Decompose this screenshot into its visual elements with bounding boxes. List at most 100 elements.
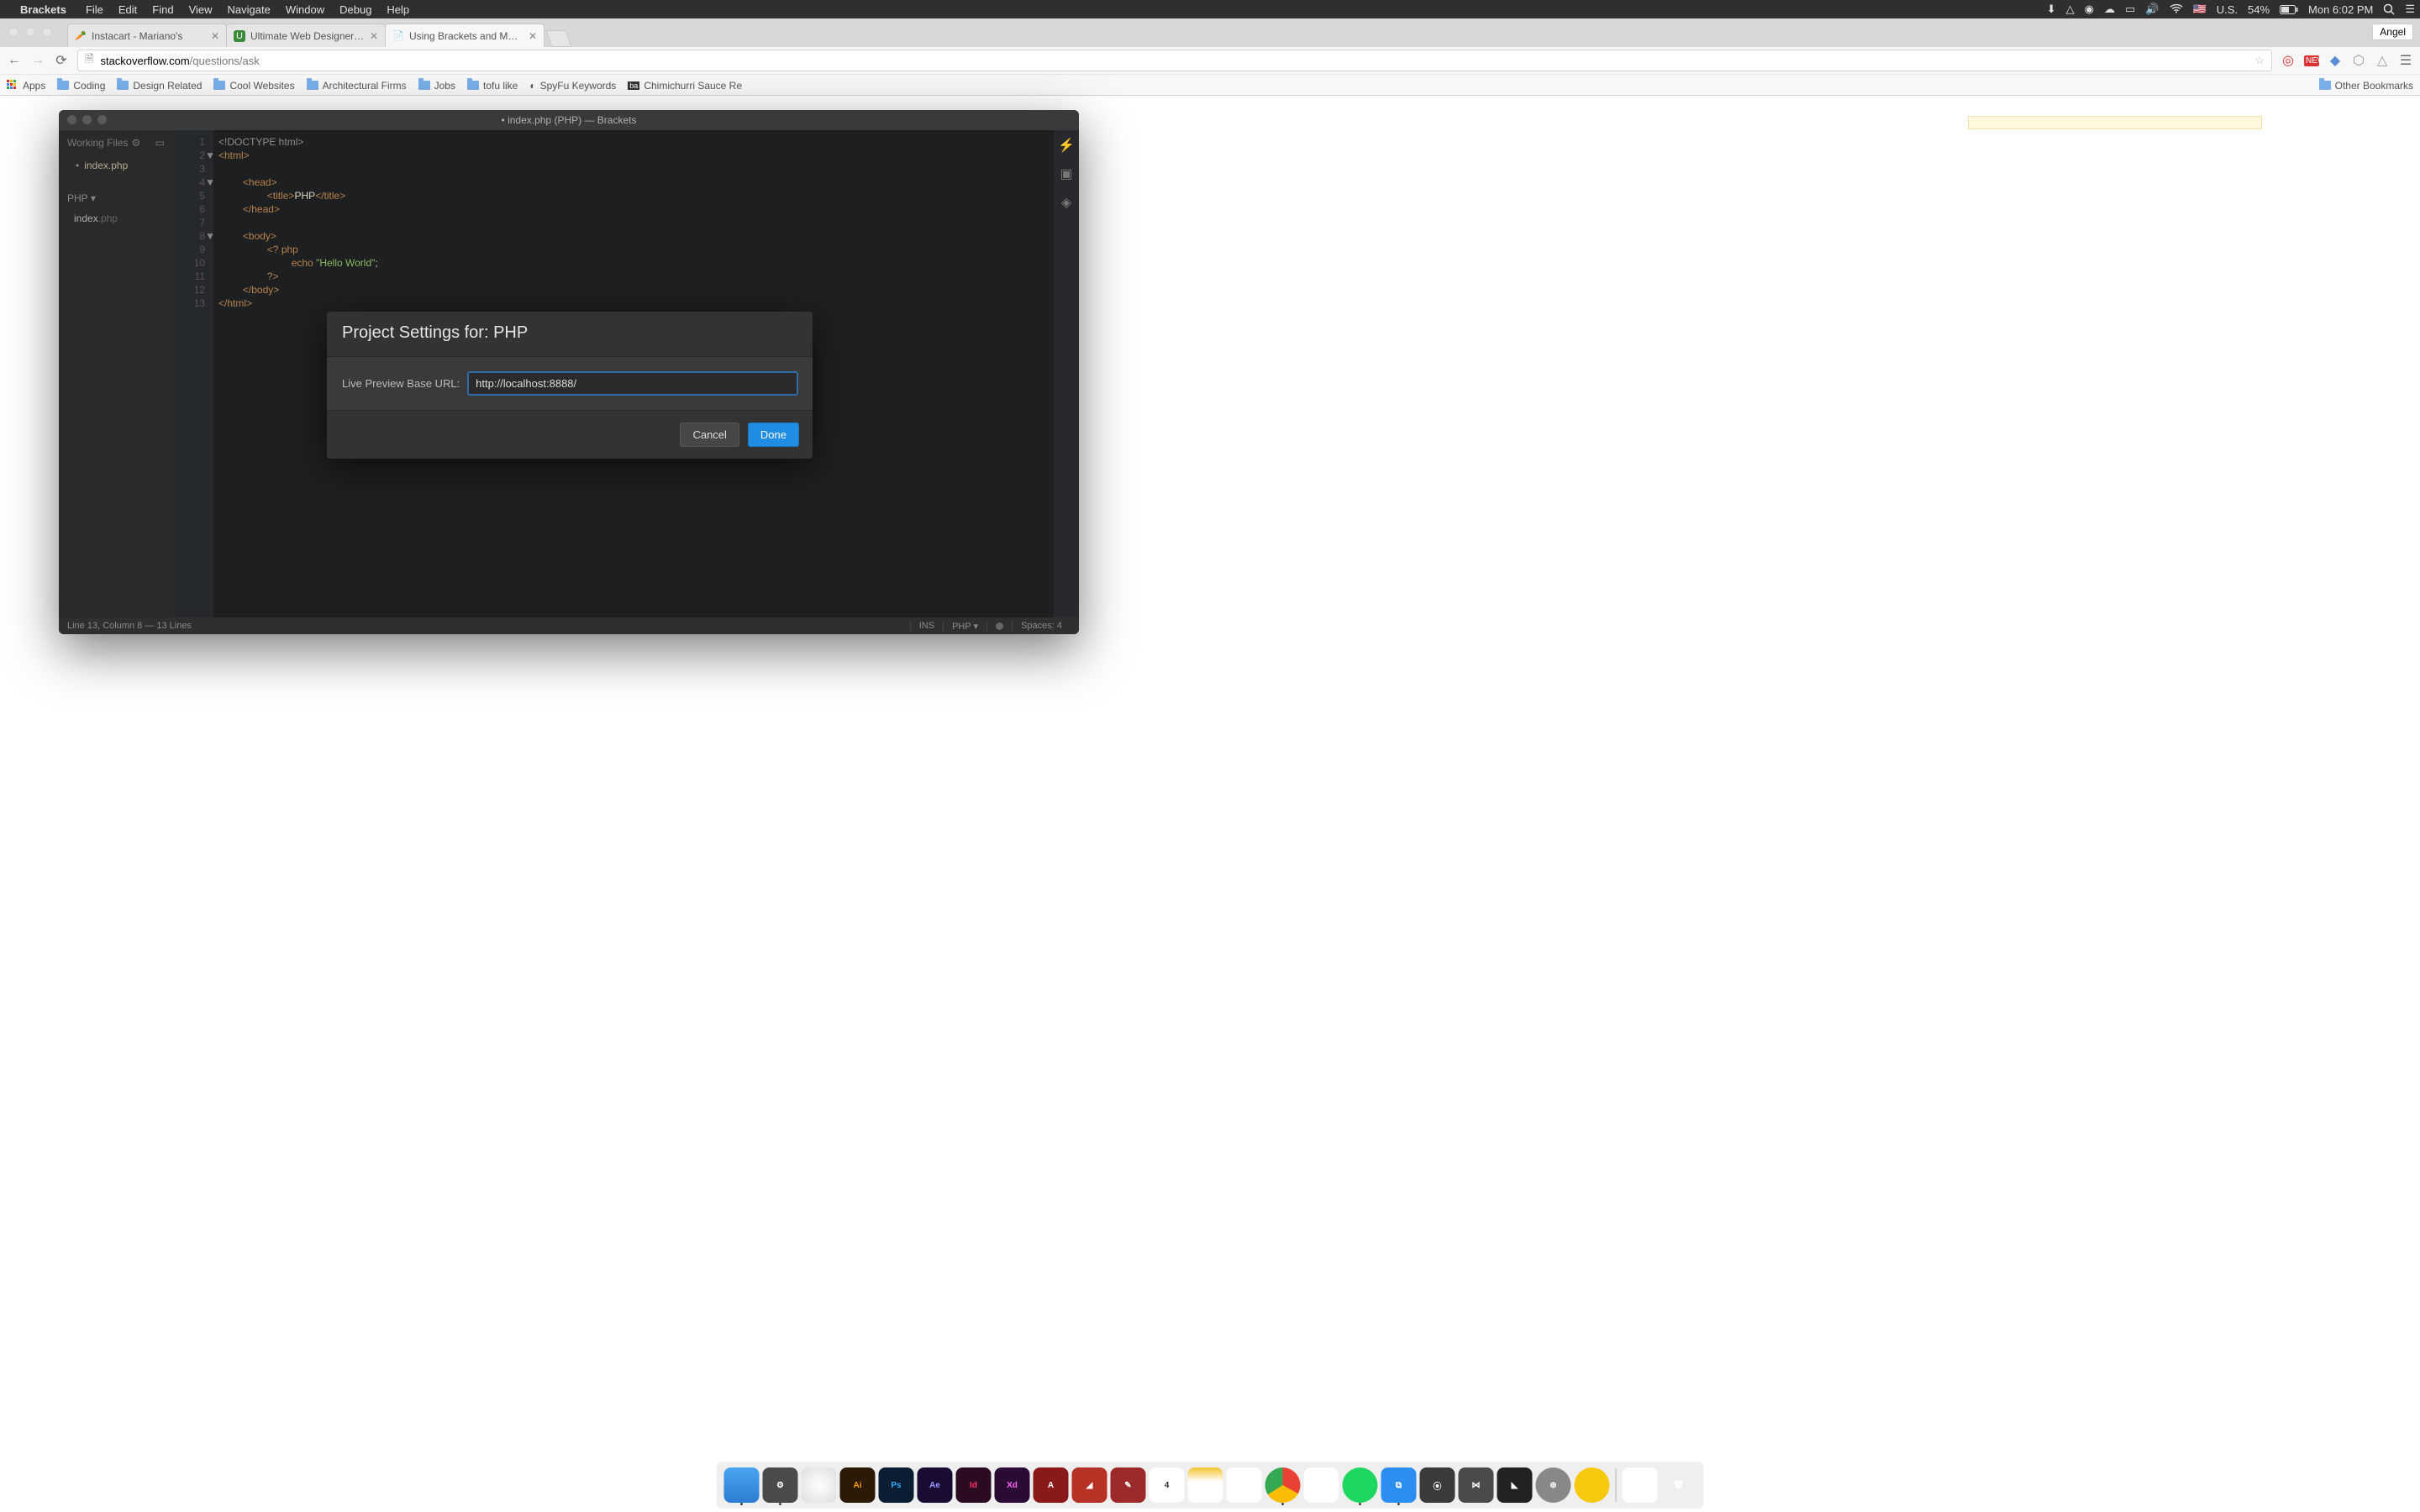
folder-icon	[307, 81, 318, 90]
base-url-input[interactable]	[468, 372, 797, 395]
input-flag-icon[interactable]: 🇺🇸	[2188, 3, 2212, 16]
dock-app-icon[interactable]: ⦿	[1420, 1467, 1455, 1503]
folder-icon	[213, 81, 225, 90]
input-label[interactable]: U.S.	[2212, 3, 2243, 16]
dock-notes-icon[interactable]	[1188, 1467, 1223, 1503]
bookmark-folder[interactable]: Design Related	[117, 80, 202, 92]
menu-view[interactable]: View	[182, 3, 220, 16]
other-bookmarks[interactable]: Other Bookmarks	[2319, 80, 2413, 92]
ext-icon[interactable]: NEW	[2304, 55, 2319, 66]
menubar-app-name[interactable]: Brackets	[20, 3, 78, 16]
dropbox-icon[interactable]: ⬇	[2042, 3, 2061, 16]
ext-icon[interactable]: △	[2375, 52, 2390, 69]
browser-tab[interactable]: 🥕 Instacart - Mariano's ✕	[67, 24, 227, 47]
browser-tab[interactable]: U Ultimate Web Designer & D ✕	[226, 24, 386, 47]
bookmark-folder[interactable]: Architectural Firms	[307, 80, 407, 92]
bookmark-folder[interactable]: Jobs	[418, 80, 455, 92]
bookmark-folder[interactable]: Coding	[57, 80, 105, 92]
dock-textedit-icon[interactable]: ✎	[1227, 1467, 1262, 1503]
clock[interactable]: Mon 6:02 PM	[2303, 3, 2378, 16]
volume-icon[interactable]: 🔊	[2140, 3, 2164, 16]
folder-icon	[2319, 81, 2331, 90]
menu-navigate[interactable]: Navigate	[220, 3, 278, 16]
bookmark-item[interactable]: ◐SpyFu Keywords	[529, 80, 616, 92]
site-icon: ◐	[529, 80, 535, 92]
dock-calendar-icon[interactable]: 4	[1150, 1467, 1185, 1503]
reload-button[interactable]: ⟳	[54, 52, 69, 69]
omnibox[interactable]: 🗎 stackoverflow.com/questions/ask ☆	[77, 50, 2272, 71]
brackets-window: • index.php (PHP) — Brackets Working Fil…	[59, 110, 1079, 634]
ext-icon[interactable]: ◆	[2328, 52, 2343, 69]
bookmark-item[interactable]: baChimichurri Sauce Re	[628, 80, 742, 92]
dock-aftereffects-icon[interactable]: Ae	[918, 1467, 953, 1503]
dock-trash-icon[interactable]: 🗑	[1661, 1467, 1697, 1503]
browser-tab-active[interactable]: 📄 Using Brackets and MAMP ✕	[385, 24, 544, 47]
apps-label: Apps	[23, 80, 45, 92]
dock-photoshop-icon[interactable]: Ps	[879, 1467, 914, 1503]
menu-file[interactable]: File	[78, 3, 111, 16]
dock-spotify-icon[interactable]	[1343, 1467, 1378, 1503]
url-host: stackoverflow.com	[100, 55, 189, 67]
chrome-menu-icon[interactable]: ☰	[2398, 52, 2413, 69]
menu-icon[interactable]: ☰	[2400, 3, 2420, 16]
bookmark-star-icon[interactable]: ☆	[2254, 54, 2265, 67]
bookmark-folder[interactable]: tofu like	[467, 80, 518, 92]
ext-icon[interactable]: ◎	[2281, 52, 2296, 69]
bookmark-folder[interactable]: Cool Websites	[213, 80, 294, 92]
profile-badge[interactable]: Angel	[2372, 24, 2413, 40]
display-icon[interactable]: ▭	[2120, 3, 2140, 16]
dock-brackets-icon[interactable]: ⧉	[1381, 1467, 1417, 1503]
cloud-icon[interactable]: ◉	[2080, 3, 2099, 16]
dock-app-icon[interactable]	[802, 1467, 837, 1503]
close-icon[interactable]: ✕	[206, 30, 219, 42]
dock-app-icon[interactable]: ✎	[1111, 1467, 1146, 1503]
cancel-button[interactable]: Cancel	[680, 423, 739, 447]
dock-photos-icon[interactable]: ✿	[1304, 1467, 1339, 1503]
menu-debug[interactable]: Debug	[332, 3, 379, 16]
back-button[interactable]: ←	[7, 53, 22, 68]
battery-pct[interactable]: 54%	[2243, 3, 2275, 16]
spotlight-icon[interactable]	[2378, 3, 2400, 15]
forward-button[interactable]: →	[30, 53, 45, 68]
dock-acrobat-icon[interactable]: A	[1034, 1467, 1069, 1503]
dock-folder-icon[interactable]: 🗂	[1623, 1467, 1658, 1503]
dock-illustrator-icon[interactable]: Ai	[840, 1467, 876, 1503]
dock-separator	[1616, 1468, 1617, 1502]
apps-icon	[7, 80, 18, 92]
close-icon[interactable]: ✕	[365, 30, 378, 42]
done-button[interactable]: Done	[748, 423, 799, 447]
page-info-icon[interactable]: 🗎	[85, 51, 93, 70]
menu-find[interactable]: Find	[145, 3, 181, 16]
dock-app-icon[interactable]: ◢	[1072, 1467, 1107, 1503]
dock-settings-icon[interactable]: ⚙	[763, 1467, 798, 1503]
dock-finder-icon[interactable]	[724, 1467, 760, 1503]
battery-icon[interactable]	[2275, 5, 2303, 14]
favicon: U	[234, 30, 245, 42]
field-label: Live Preview Base URL:	[342, 377, 460, 390]
window-controls[interactable]	[8, 27, 52, 37]
site-icon: ba	[628, 81, 639, 90]
dock-indesign-icon[interactable]: Id	[956, 1467, 992, 1503]
chat-icon[interactable]: ☁	[2099, 3, 2120, 16]
gdrive-icon[interactable]: △	[2061, 3, 2080, 16]
project-settings-modal: Project Settings for: PHP Live Preview B…	[327, 312, 813, 459]
dock-unity-icon[interactable]: ◣	[1497, 1467, 1533, 1503]
apps-button[interactable]: Apps	[7, 80, 45, 92]
wifi-icon[interactable]	[2165, 4, 2188, 14]
folder-icon	[117, 81, 129, 90]
dock-app-icon[interactable]: ⊕	[1536, 1467, 1571, 1503]
close-icon[interactable]: ✕	[523, 30, 537, 42]
tab-strip: 🥕 Instacart - Mariano's ✕ U Ultimate Web…	[0, 18, 2420, 47]
dock-xd-icon[interactable]: Xd	[995, 1467, 1030, 1503]
new-tab-button[interactable]	[545, 30, 571, 47]
folder-icon	[57, 81, 69, 90]
favicon: 📄	[392, 30, 404, 42]
menu-window[interactable]: Window	[278, 3, 332, 16]
dock-app-icon[interactable]: ⋈	[1459, 1467, 1494, 1503]
dock-chrome-canary-icon[interactable]	[1575, 1467, 1610, 1503]
favicon: 🥕	[75, 30, 87, 42]
menu-help[interactable]: Help	[379, 3, 417, 16]
ext-icon[interactable]: ⬡	[2351, 52, 2366, 69]
dock-chrome-icon[interactable]	[1265, 1467, 1301, 1503]
menu-edit[interactable]: Edit	[111, 3, 145, 16]
